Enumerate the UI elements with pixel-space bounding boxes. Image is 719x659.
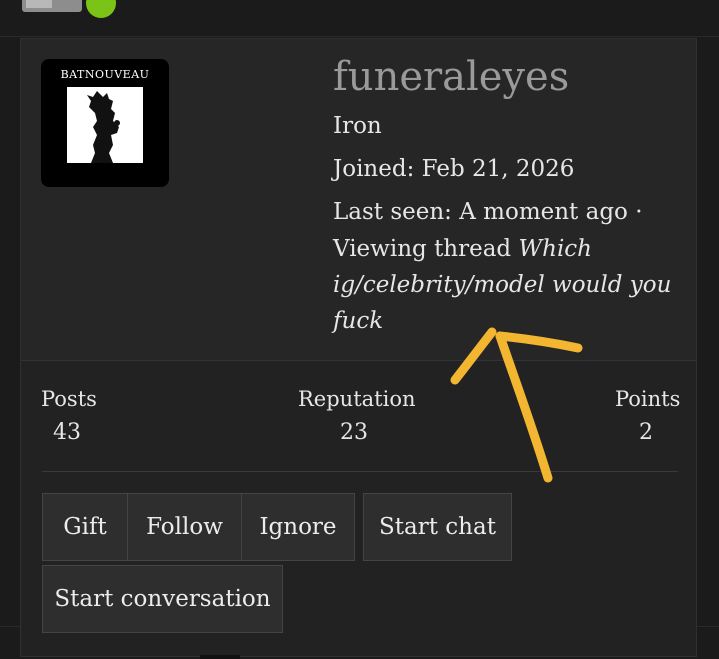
avatar-logo-text: BATNOUVEAU: [60, 68, 150, 81]
partial-avatar-image: [26, 0, 52, 8]
last-seen-value: A moment ago: [459, 199, 628, 225]
activity-prefix: Viewing thread: [333, 236, 512, 262]
stat-points-label: Points: [615, 387, 681, 411]
figure-silhouette-icon: [67, 87, 143, 163]
card-pointer: [200, 655, 240, 659]
partial-avatar[interactable]: [22, 0, 82, 12]
stat-reputation-value[interactable]: 23: [340, 418, 368, 448]
background-divider: [0, 36, 719, 37]
member-joined: Joined: Feb 21, 2026: [333, 152, 574, 186]
stat-posts-label: Posts: [41, 387, 97, 411]
member-avatar[interactable]: BATNOUVEAU: [41, 59, 169, 187]
joined-date: Feb 21, 2026: [421, 156, 575, 182]
start-chat-button[interactable]: Start chat: [363, 493, 512, 561]
separator-dot: ·: [635, 199, 643, 225]
stat-posts-value[interactable]: 43: [53, 418, 81, 448]
member-rank: Iron: [333, 113, 382, 139]
start-conversation-button[interactable]: Start conversation: [42, 565, 283, 633]
member-username[interactable]: funeraleyes: [333, 51, 569, 103]
stat-reputation-label: Reputation: [298, 387, 416, 411]
avatar-figure-image: [67, 87, 143, 163]
member-last-seen: Last seen: A moment ago ·: [333, 195, 643, 229]
member-header: BATNOUVEAU funeraleyes Iron Joined: Feb …: [21, 39, 696, 361]
stats-divider: [42, 471, 678, 472]
member-tooltip-card: BATNOUVEAU funeraleyes Iron Joined: Feb …: [20, 38, 697, 657]
page: BATNOUVEAU funeraleyes Iron Joined: Feb …: [0, 0, 719, 659]
ignore-button[interactable]: Ignore: [241, 493, 355, 561]
stat-points-value[interactable]: 2: [639, 418, 653, 448]
follow-button[interactable]: Follow: [127, 493, 242, 561]
gift-button[interactable]: Gift: [42, 493, 128, 561]
last-seen-label: Last seen:: [333, 199, 452, 225]
joined-label: Joined:: [333, 156, 415, 182]
online-status-dot: [86, 0, 116, 18]
member-activity: Viewing thread Which ig/celebrity/model …: [333, 231, 673, 339]
